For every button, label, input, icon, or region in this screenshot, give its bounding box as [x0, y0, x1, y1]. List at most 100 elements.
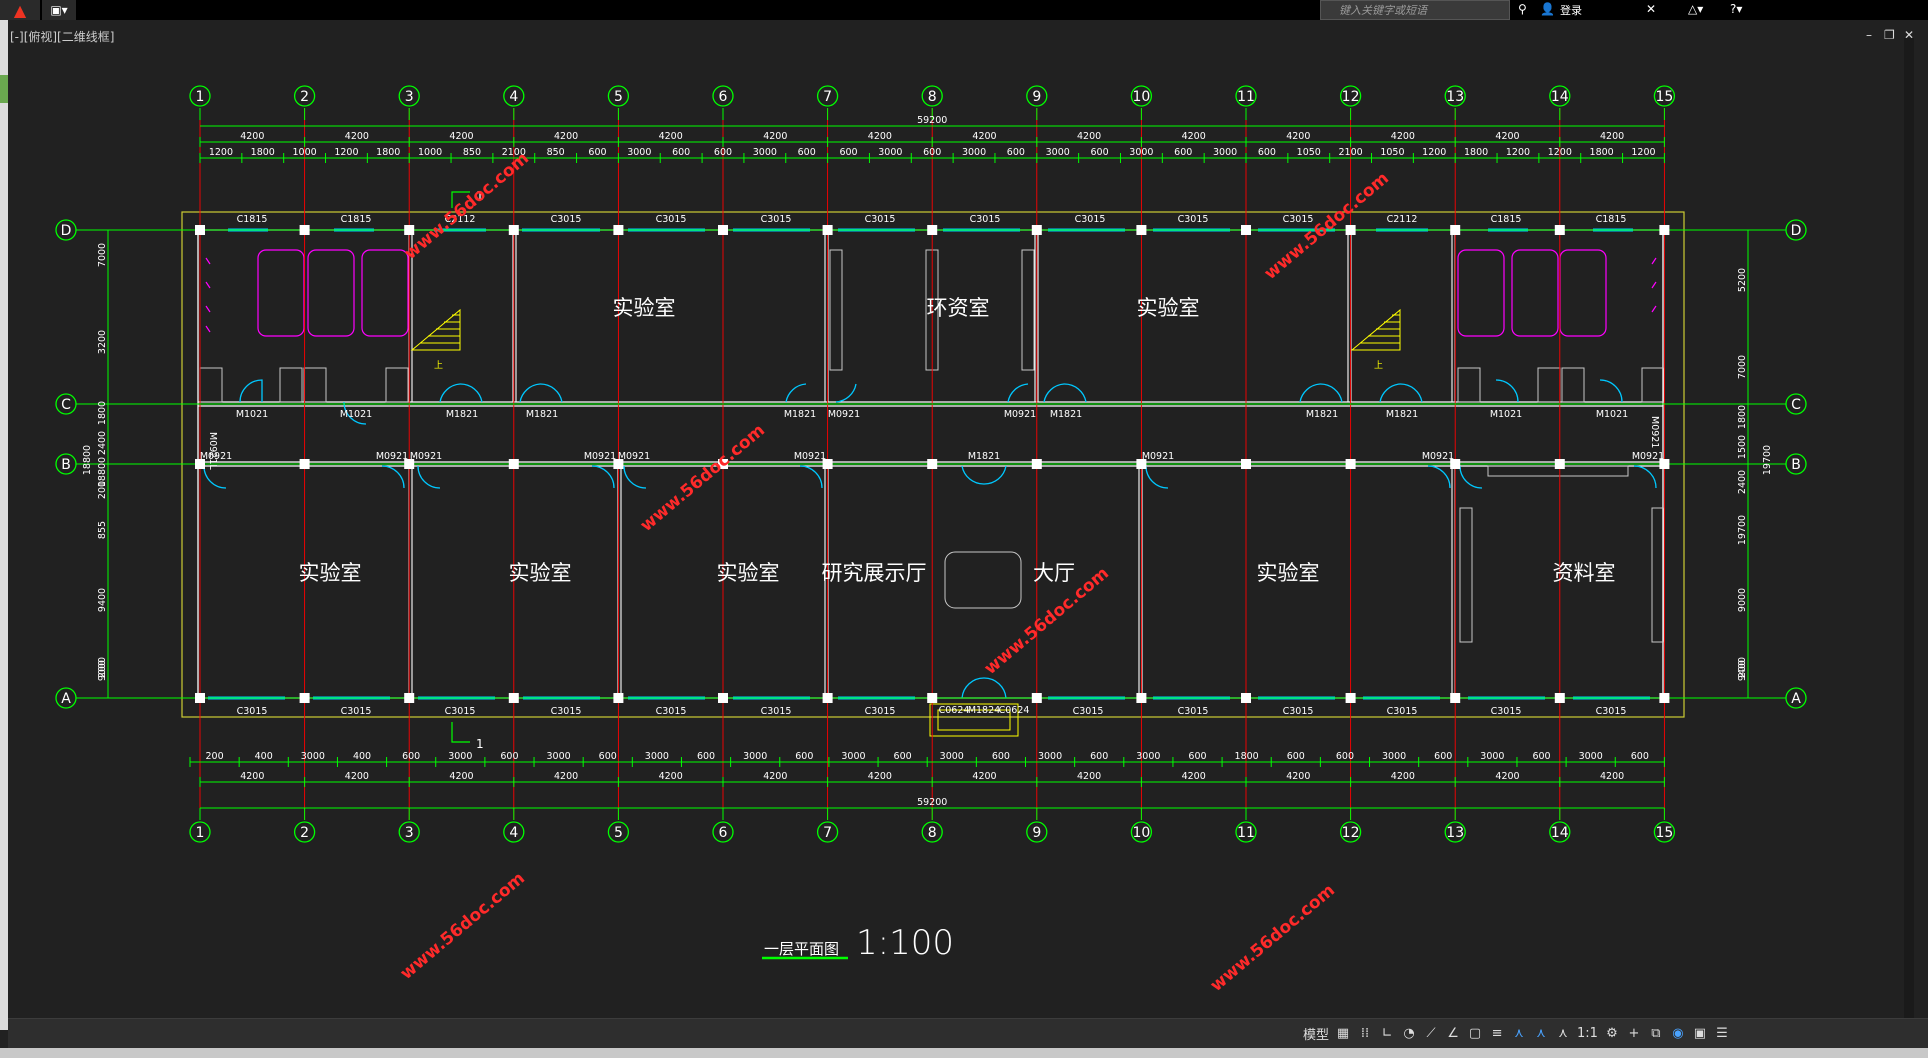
dimension-text: 3000 [743, 751, 767, 762]
column-node [195, 693, 205, 703]
column-node [927, 225, 938, 235]
dimension-text: 3000 [627, 147, 651, 158]
osnap-icon[interactable]: ⟋ [1423, 1026, 1439, 1041]
dimension-text: 200 [97, 660, 108, 678]
column-node [1345, 225, 1356, 235]
dimension-text: 7000 [97, 243, 108, 267]
snap-toggle-icon[interactable]: ⁞⁞ [1357, 1026, 1373, 1041]
dimension-text: 600 [894, 751, 912, 762]
dimension-text: 1800 [1235, 751, 1259, 762]
door-label-lower: M0921 [1632, 451, 1664, 462]
total-dimension-top: 59200 [917, 115, 947, 126]
axis-number: 13 [1446, 825, 1464, 841]
annotation-scale-value[interactable]: 1:1 [1577, 1026, 1598, 1041]
window-label-top: C3015 [656, 214, 687, 225]
dimension-text: 1200 [334, 147, 358, 158]
dimension-text: 5200 [1737, 268, 1748, 292]
dimension-text: 19700 [1737, 515, 1748, 545]
axis-letter: C [1791, 397, 1801, 413]
customization-menu-icon[interactable]: ☰ [1714, 1026, 1730, 1041]
dimension-text: 600 [1434, 751, 1452, 762]
stair-up-label: 上 [1374, 360, 1383, 371]
dimension-text: 855 [97, 521, 108, 539]
dimension-text: 1200 [1422, 147, 1446, 158]
dimension-text: 3000 [1480, 751, 1504, 762]
axis-number: 15 [1655, 825, 1673, 841]
annotation-visibility-icon[interactable]: ⋏ [1511, 1026, 1527, 1041]
column-node [195, 225, 205, 235]
dimension-text: 4200 [972, 131, 996, 142]
axis-letter: C [61, 397, 71, 413]
workspace-gear-icon[interactable]: ⚙ [1604, 1026, 1620, 1041]
autoscale-icon[interactable]: ⋏ [1533, 1026, 1549, 1041]
window-label-bottom: C3015 [1491, 706, 1522, 717]
hardware-accel-icon[interactable]: ◉ [1670, 1026, 1686, 1041]
polar-tracking-icon[interactable]: ◔ [1401, 1026, 1417, 1041]
column-node [404, 693, 415, 703]
dimension-text: 4200 [763, 131, 787, 142]
door-label-corridor: M1821 [526, 409, 558, 420]
annotation-scale-icon[interactable]: ⋏ [1555, 1026, 1571, 1041]
window-label-bottom: C3015 [551, 706, 582, 717]
model-tab-button[interactable]: 模型 [1303, 1024, 1329, 1043]
room-name: 大厅 [1033, 561, 1075, 585]
column-node [1241, 693, 1251, 703]
clean-screen-icon[interactable]: ▣ [1692, 1026, 1708, 1041]
column-node [299, 693, 310, 703]
dimension-text: 1050 [1297, 147, 1321, 158]
dimension-text: 4200 [659, 771, 683, 782]
dimension-text: 4200 [1182, 771, 1206, 782]
dimension-text: 600 [697, 751, 715, 762]
dimension-text: 3000 [1382, 751, 1406, 762]
plus-icon[interactable]: + [1626, 1026, 1642, 1041]
right-scrollbar[interactable] [1904, 38, 1914, 1018]
window-label-top: C1815 [1491, 214, 1522, 225]
axis-number: 7 [823, 89, 832, 105]
window-label-bottom: C3015 [1596, 706, 1627, 717]
axis-number: 4 [509, 825, 518, 841]
selection-cycling-icon[interactable]: ▢ [1467, 1026, 1483, 1041]
otrack-icon[interactable]: ∠ [1445, 1026, 1461, 1041]
dimension-text: 600 [1188, 751, 1206, 762]
door-label-corridor: M1021 [236, 409, 268, 420]
room-name: 研究展示厅 [822, 561, 927, 585]
dimension-text: 600 [714, 147, 732, 158]
column-node [822, 225, 833, 235]
dimension-text: 1000 [293, 147, 317, 158]
dimension-text: 1800 [1464, 147, 1488, 158]
column-node [1554, 225, 1565, 235]
dimension-text: 600 [798, 147, 816, 158]
left-total-dimension: 18800 [82, 445, 93, 475]
axis-number: 1 [196, 825, 205, 841]
axis-number: 7 [823, 825, 832, 841]
window-label-top: C3015 [1178, 214, 1209, 225]
axis-number: 11 [1237, 89, 1255, 105]
cad-drawing-canvas[interactable]: 1122334455667788991010111112121313141415… [0, 0, 1928, 1018]
dimension-text: 4200 [1600, 131, 1624, 142]
lineweight-icon[interactable]: ≡ [1489, 1026, 1505, 1041]
column-node [508, 225, 519, 235]
isolate-icon[interactable]: ⧉ [1648, 1026, 1664, 1041]
dimension-text: 1200 [1506, 147, 1530, 158]
total-dimension-bottom: 59200 [917, 797, 947, 808]
dimension-text: 600 [1090, 147, 1108, 158]
dimension-text: 3000 [1046, 147, 1070, 158]
dimension-text: 600 [402, 751, 420, 762]
dimension-text: 4200 [1495, 771, 1519, 782]
column-node [1136, 225, 1147, 235]
watermark-text: www.56doc.com [637, 420, 769, 536]
axis-number: 5 [614, 825, 623, 841]
dimension-text: 850 [463, 147, 481, 158]
window-label-top: C1815 [237, 214, 268, 225]
column-node [508, 459, 519, 469]
grid-toggle-icon[interactable]: ▦ [1335, 1026, 1351, 1041]
dimension-text: 3000 [547, 751, 571, 762]
dimension-text: 4200 [345, 131, 369, 142]
window-label-top: C3015 [1283, 214, 1314, 225]
dimension-text: 2400 [97, 431, 108, 455]
room-name: 实验室 [717, 561, 780, 585]
column-node [404, 225, 415, 235]
ortho-toggle-icon[interactable]: ∟ [1379, 1026, 1395, 1041]
window-label-bottom: C3015 [237, 706, 268, 717]
window-label-bottom: C3015 [341, 706, 372, 717]
